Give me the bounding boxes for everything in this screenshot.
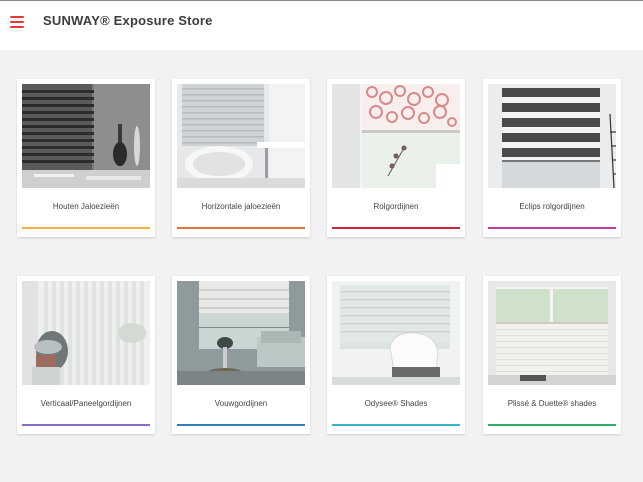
product-card-vouwgordijnen[interactable]: Vouwgordijnen [172,276,310,434]
product-accent-bar [22,424,150,426]
product-card-rolgordijnen[interactable]: Rolgordijnen [327,79,465,237]
product-label: Rolgordijnen [373,202,419,211]
product-card-plisse-duette-shades[interactable]: Plissé & Duette® shades [483,276,621,434]
product-card-odysee-shades[interactable]: Odysee® Shades [327,276,465,434]
product-label: Eclips rolgordijnen [519,202,585,211]
product-label: Vouwgordijnen [214,399,268,408]
product-label: Plissé & Duette® shades [507,399,597,408]
product-card-verticaal-paneelgordijnen[interactable]: Verticaal/Paneelgordijnen [17,276,155,434]
product-label: Verticaal/Paneelgordijnen [40,399,132,408]
product-accent-bar [488,424,616,426]
product-image-eclips-rolgordijnen [488,84,616,188]
product-image-rolgordijnen [332,84,460,188]
product-label: Houten Jaloezieën [52,202,120,211]
product-accent-bar [177,227,305,229]
product-card-houten-jaloezieen[interactable]: Houten Jaloezieën [17,79,155,237]
product-accent-bar [177,424,305,426]
product-accent-bar [488,227,616,229]
product-image-horizontale-jaloezieen [177,84,305,188]
product-image-houten-jaloezieen [22,84,150,188]
product-image-odysee-shades [332,281,460,385]
product-accent-bar [332,227,460,229]
product-image-vouwgordijnen [177,281,305,385]
product-accent-bar [332,424,460,426]
product-label: Horizontale jaloezieën [201,202,281,211]
product-card-horizontale-jaloezieen[interactable]: Horizontale jaloezieën [172,79,310,237]
product-card-eclips-rolgordijnen[interactable]: Eclips rolgordijnen [483,79,621,237]
product-image-verticaal-paneelgordijnen [22,281,150,385]
product-image-plisse-duette-shades [488,281,616,385]
app-title: SUNWAY® Exposure Store [43,13,213,28]
hamburger-menu-icon[interactable] [10,16,24,28]
app-header: SUNWAY® Exposure Store [0,1,643,50]
product-accent-bar [22,227,150,229]
product-label: Odysee® Shades [364,399,428,408]
